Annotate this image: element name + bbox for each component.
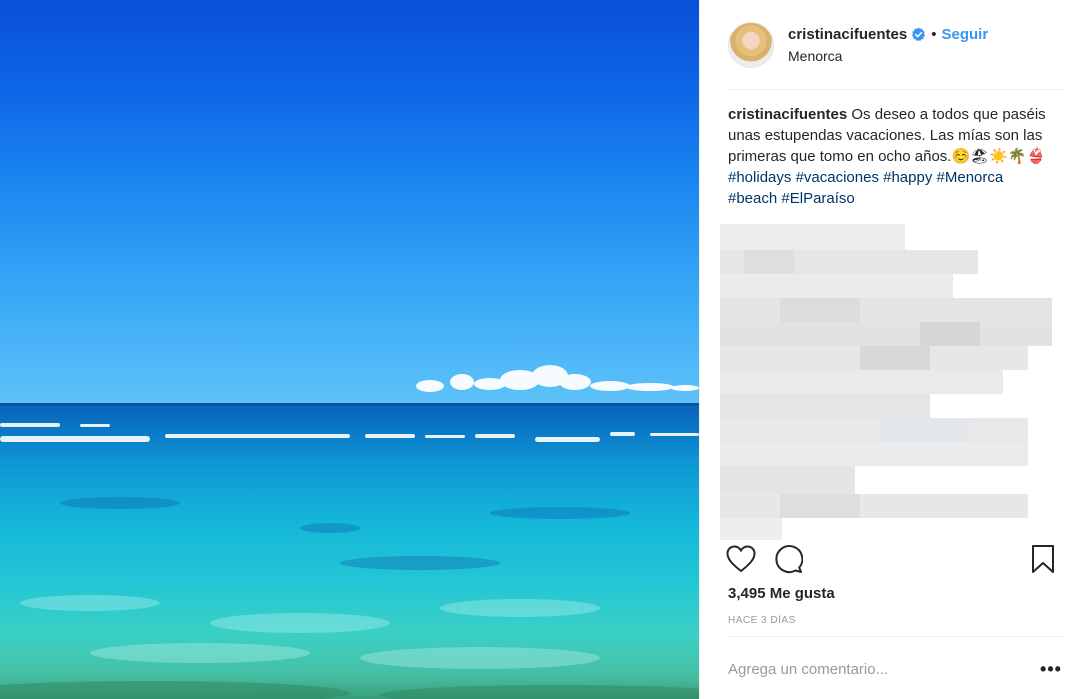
avatar[interactable] [728,21,774,68]
hashtag-happy[interactable]: #happy [883,169,932,186]
more-options-icon[interactable]: ••• [1040,658,1062,680]
follow-button[interactable]: Seguir [941,26,988,43]
redacted-comments [720,224,1052,540]
hashtag-beach[interactable]: #beach [728,190,777,207]
post-caption: cristinacifuentes Os deseo a todos que p… [728,104,1048,209]
header-meta: cristinacifuentes • Seguir Menorca [788,26,988,64]
footer-divider [728,636,1064,637]
post-side-panel: cristinacifuentes • Seguir Menorca crist… [699,0,1070,699]
instagram-post: cristinacifuentes • Seguir Menorca crist… [0,0,1070,699]
location-link[interactable]: Menorca [788,48,988,64]
verified-badge-icon [912,27,926,41]
post-actions [725,543,1070,577]
hashtag-vacaciones[interactable]: #vacaciones [796,169,879,186]
header-divider [728,89,1064,90]
post-header: cristinacifuentes • Seguir Menorca [700,0,1070,89]
photo-waves [0,403,699,699]
header-row: cristinacifuentes • Seguir [788,26,988,43]
save-button[interactable] [1027,543,1059,575]
like-button[interactable] [725,543,757,575]
comment-bubble-icon [775,545,803,574]
caption-username[interactable]: cristinacifuentes [728,106,847,123]
hashtag-elparaiso[interactable]: #ElParaíso [781,190,854,207]
hashtag-holidays[interactable]: #holidays [728,169,791,186]
username-link[interactable]: cristinacifuentes [788,26,907,43]
hashtag-menorca[interactable]: #Menorca [937,169,1004,186]
comment-input[interactable] [728,657,1018,681]
comment-button[interactable] [772,543,804,575]
photo-sky [0,0,699,403]
heart-icon [726,545,756,573]
likes-count[interactable]: 3,495 Me gusta [728,585,835,602]
post-timestamp[interactable]: HACE 3 DÍAS [728,615,796,626]
header-separator: • [931,25,937,43]
photo-clouds [416,365,699,392]
bookmark-icon [1032,545,1054,573]
post-photo[interactable] [0,0,699,699]
